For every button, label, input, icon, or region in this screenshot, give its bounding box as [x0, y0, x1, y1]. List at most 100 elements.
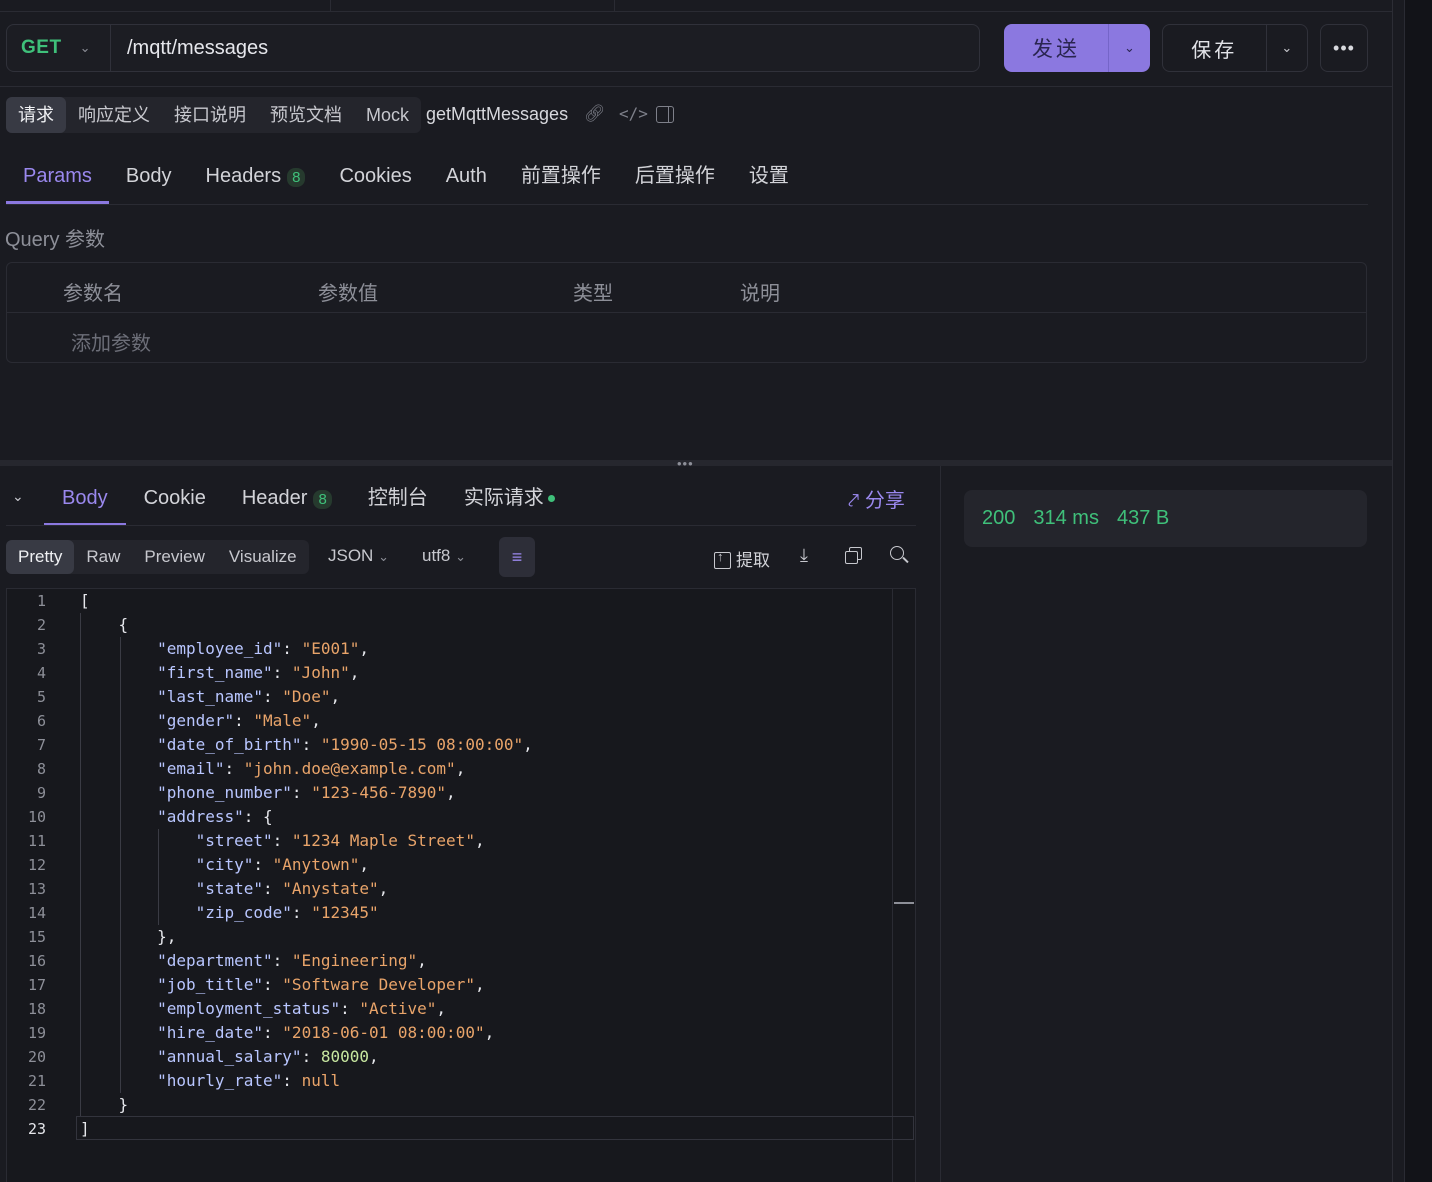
code-line: 15 },: [0, 925, 916, 949]
chevron-down-icon: ⌄: [455, 549, 466, 564]
count-badge: 8: [313, 490, 332, 509]
search-icon[interactable]: [890, 546, 909, 564]
tab-label: 控制台: [367, 487, 428, 509]
add-param-input[interactable]: 添加参数: [71, 327, 151, 356]
line-number: 4: [36, 664, 46, 682]
url-input[interactable]: /mqtt/messages: [111, 37, 268, 60]
tab-item-3[interactable]: 预览文档: [258, 97, 354, 133]
extract-button[interactable]: 提取: [714, 546, 770, 571]
code-line: 2 {: [0, 613, 916, 637]
line-number: 7: [36, 736, 46, 754]
query-params-table: 参数名 参数值 类型 说明 添加参数: [6, 262, 1367, 363]
tab-item-6[interactable]: 后置操作: [618, 152, 732, 204]
copy-icon[interactable]: [845, 547, 863, 565]
line-number: 5: [36, 688, 46, 706]
tab-item-1[interactable]: 响应定义: [66, 97, 162, 133]
code-line: 19 "hire_date": "2018-06-01 08:00:00",: [0, 1021, 916, 1045]
line-number: 11: [27, 832, 46, 850]
code-text: {: [80, 615, 129, 634]
tab-preview[interactable]: Preview: [132, 540, 216, 574]
share-button[interactable]: ⤤︎ 分享: [848, 484, 905, 513]
tab-header[interactable]: Header 8: [224, 472, 350, 526]
method-select[interactable]: GET ⌄: [7, 25, 111, 71]
format-select[interactable]: JSON ⌄: [328, 546, 389, 566]
tab-body[interactable]: Body: [44, 472, 126, 526]
tab-headers[interactable]: Headers 8: [189, 152, 323, 204]
collapse-chevron-icon[interactable]: ⌄: [12, 488, 24, 505]
chevron-down-icon: ⌄: [79, 40, 91, 55]
tab-params[interactable]: Params: [6, 152, 109, 204]
tab-label: Body: [125, 165, 172, 187]
line-number: 2: [36, 616, 46, 634]
code-line: 13 "state": "Anystate",: [0, 877, 916, 901]
code-text: }: [80, 1095, 129, 1114]
resize-handle[interactable]: [0, 460, 1392, 466]
code-text: "job_title": "Software Developer",: [157, 975, 485, 994]
code-text: "city": "Anytown",: [195, 855, 369, 874]
tab-label: 后置操作: [634, 165, 715, 187]
tab-label: 前置操作: [520, 165, 601, 187]
line-number: 1: [36, 592, 46, 610]
code-icon[interactable]: </>: [619, 104, 648, 123]
code-text: [: [80, 591, 90, 610]
code-text: "street": "1234 Maple Street",: [195, 831, 485, 850]
tab-visualize[interactable]: Visualize: [217, 540, 309, 574]
tab-raw[interactable]: Raw: [74, 540, 132, 574]
tab-item-2[interactable]: 接口说明: [162, 97, 258, 133]
tab-item-3[interactable]: 控制台: [350, 472, 446, 526]
line-number: 19: [27, 1024, 46, 1042]
word-wrap-icon[interactable]: ≡: [499, 537, 535, 577]
code-line: 16 "department": "Engineering",: [0, 949, 916, 973]
tab-item-5[interactable]: 前置操作: [504, 152, 618, 204]
tab-label: Cookies: [339, 165, 412, 187]
tab-item-7[interactable]: 设置: [732, 152, 806, 204]
line-number: 22: [27, 1096, 46, 1114]
line-number: 8: [36, 760, 46, 778]
tab-cookies[interactable]: Cookies: [322, 152, 428, 204]
tab-label: 实际请求: [463, 487, 544, 509]
tab-mock[interactable]: Mock: [354, 97, 421, 133]
status-code: 200: [982, 507, 1016, 529]
tab-cookie[interactable]: Cookie: [126, 472, 224, 526]
code-line: 8 "email": "john.doe@example.com",: [0, 757, 916, 781]
column-header-type: 类型: [573, 283, 613, 305]
tab-item-4[interactable]: 实际请求: [446, 472, 573, 526]
extract-icon: [714, 549, 731, 569]
send-options-chevron-icon[interactable]: ⌄: [1108, 24, 1150, 72]
url-bar: GET ⌄ /mqtt/messages: [6, 24, 980, 72]
code-line: 11 "street": "1234 Maple Street",: [0, 829, 916, 853]
code-text: },: [80, 927, 177, 946]
more-options-button[interactable]: •••: [1320, 24, 1368, 72]
tab-body[interactable]: Body: [109, 152, 189, 204]
line-number: 6: [36, 712, 46, 730]
divider: [0, 86, 1392, 87]
save-button[interactable]: 保存 ⌄: [1162, 24, 1308, 72]
link-icon[interactable]: 🔗︎: [584, 104, 606, 124]
line-number: 18: [27, 1000, 46, 1018]
code-line: 10 "address": {: [0, 805, 916, 829]
param-tabs: Params Body Headers 8 Cookies Auth 前置操作 后置操作 设置: [6, 152, 806, 204]
tab-auth[interactable]: Auth: [429, 152, 504, 204]
code-line: 4 "first_name": "John",: [0, 661, 916, 685]
code-line: 17 "job_title": "Software Developer",: [0, 973, 916, 997]
drag-dots-icon[interactable]: •••: [677, 456, 694, 471]
right-sidebar: [1404, 0, 1432, 1182]
tab-item-0[interactable]: 请求: [6, 97, 66, 133]
code-line: 9 "phone_number": "123-456-7890",: [0, 781, 916, 805]
response-tabs: Body Cookie Header 8 控制台 实际请求: [44, 472, 573, 526]
count-badge: 8: [287, 168, 306, 187]
encoding-select[interactable]: utf8 ⌄: [422, 546, 466, 566]
send-button[interactable]: 发送 ⌄: [1004, 24, 1150, 72]
tab-pretty[interactable]: Pretty: [6, 540, 75, 574]
column-header-name: 参数名: [63, 283, 123, 305]
panel-toggle-icon[interactable]: [656, 106, 674, 123]
line-number: 16: [27, 952, 46, 970]
download-icon[interactable]: ⤓: [800, 545, 808, 566]
save-options-chevron-icon[interactable]: ⌄: [1265, 25, 1307, 71]
code-text: "phone_number": "123-456-7890",: [157, 783, 456, 802]
line-number: 9: [36, 784, 46, 802]
api-name[interactable]: getMqttMessages: [426, 104, 568, 125]
method-label: GET: [21, 37, 62, 58]
tab-label: Params: [23, 165, 92, 187]
table-header: 参数名 参数值 类型 说明: [7, 263, 1366, 313]
